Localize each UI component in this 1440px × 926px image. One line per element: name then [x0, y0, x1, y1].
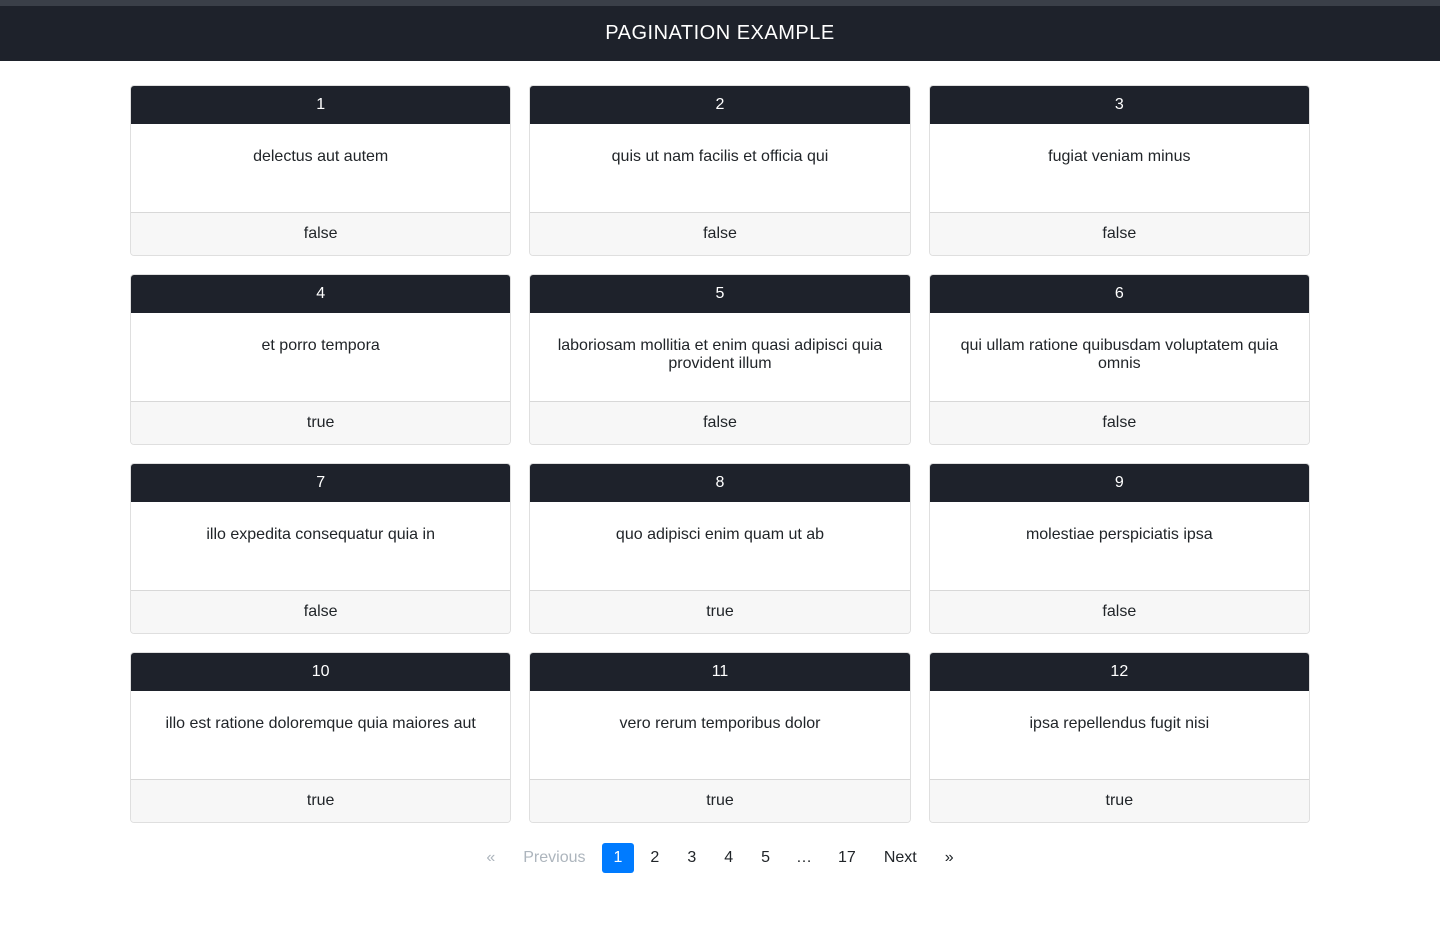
- card-title: quo adipisci enim quam ut ab: [530, 502, 909, 590]
- card-title: molestiae perspiciatis ipsa: [930, 502, 1309, 590]
- card-completed: false: [131, 212, 510, 255]
- card-completed: true: [131, 401, 510, 444]
- card: 10illo est ratione doloremque quia maior…: [130, 652, 511, 823]
- page-number-3[interactable]: 3: [675, 843, 708, 873]
- card-id: 3: [930, 86, 1309, 124]
- card-completed: false: [930, 212, 1309, 255]
- pagination: «Previous12345…17Next»: [130, 843, 1310, 873]
- page-ellipsis: …: [784, 843, 824, 873]
- card-title: quis ut nam facilis et officia qui: [530, 124, 909, 212]
- card: 6qui ullam ratione quibusdam voluptatem …: [929, 274, 1310, 445]
- page-next[interactable]: Next: [872, 843, 929, 873]
- card-id: 11: [530, 653, 909, 691]
- card-completed: true: [530, 590, 909, 633]
- card-title: fugiat veniam minus: [930, 124, 1309, 212]
- card: 2quis ut nam facilis et officia quifalse: [529, 85, 910, 256]
- card-completed: false: [131, 590, 510, 633]
- card-completed: false: [530, 401, 909, 444]
- card-completed: false: [930, 590, 1309, 633]
- card-id: 9: [930, 464, 1309, 502]
- card-id: 1: [131, 86, 510, 124]
- card-completed: true: [530, 779, 909, 822]
- card: 4et porro temporatrue: [130, 274, 511, 445]
- card-id: 4: [131, 275, 510, 313]
- card-id: 5: [530, 275, 909, 313]
- card-title: laboriosam mollitia et enim quasi adipis…: [530, 313, 909, 401]
- page-header: PAGINATION EXAMPLE: [0, 0, 1440, 61]
- card: 12ipsa repellendus fugit nisitrue: [929, 652, 1310, 823]
- page-number-2[interactable]: 2: [638, 843, 671, 873]
- card: 3fugiat veniam minusfalse: [929, 85, 1310, 256]
- page-title: PAGINATION EXAMPLE: [605, 22, 834, 44]
- card-title: vero rerum temporibus dolor: [530, 691, 909, 779]
- card-id: 10: [131, 653, 510, 691]
- card-title: illo expedita consequatur quia in: [131, 502, 510, 590]
- card-id: 2: [530, 86, 909, 124]
- card: 11vero rerum temporibus dolortrue: [529, 652, 910, 823]
- card-id: 12: [930, 653, 1309, 691]
- page-number-4[interactable]: 4: [712, 843, 745, 873]
- card-id: 8: [530, 464, 909, 502]
- page-first-arrow: «: [474, 843, 507, 873]
- page-number-1[interactable]: 1: [602, 843, 635, 873]
- card-id: 6: [930, 275, 1309, 313]
- page-previous: Previous: [511, 843, 597, 873]
- card-title: et porro tempora: [131, 313, 510, 401]
- card-title: ipsa repellendus fugit nisi: [930, 691, 1309, 779]
- card-title: delectus aut autem: [131, 124, 510, 212]
- card-id: 7: [131, 464, 510, 502]
- card-completed: false: [530, 212, 909, 255]
- main-container: 1delectus aut autemfalse2quis ut nam fac…: [70, 61, 1370, 913]
- card-completed: true: [930, 779, 1309, 822]
- card: 1delectus aut autemfalse: [130, 85, 511, 256]
- card: 8quo adipisci enim quam ut abtrue: [529, 463, 910, 634]
- card: 7illo expedita consequatur quia infalse: [130, 463, 511, 634]
- card: 5laboriosam mollitia et enim quasi adipi…: [529, 274, 910, 445]
- card-title: qui ullam ratione quibusdam voluptatem q…: [930, 313, 1309, 401]
- card: 9molestiae perspiciatis ipsafalse: [929, 463, 1310, 634]
- page-last-arrow[interactable]: »: [933, 843, 966, 873]
- card-completed: true: [131, 779, 510, 822]
- card-grid: 1delectus aut autemfalse2quis ut nam fac…: [130, 85, 1310, 823]
- card-title: illo est ratione doloremque quia maiores…: [131, 691, 510, 779]
- page-number-17[interactable]: 17: [826, 843, 868, 873]
- page-number-5[interactable]: 5: [749, 843, 782, 873]
- card-completed: false: [930, 401, 1309, 444]
